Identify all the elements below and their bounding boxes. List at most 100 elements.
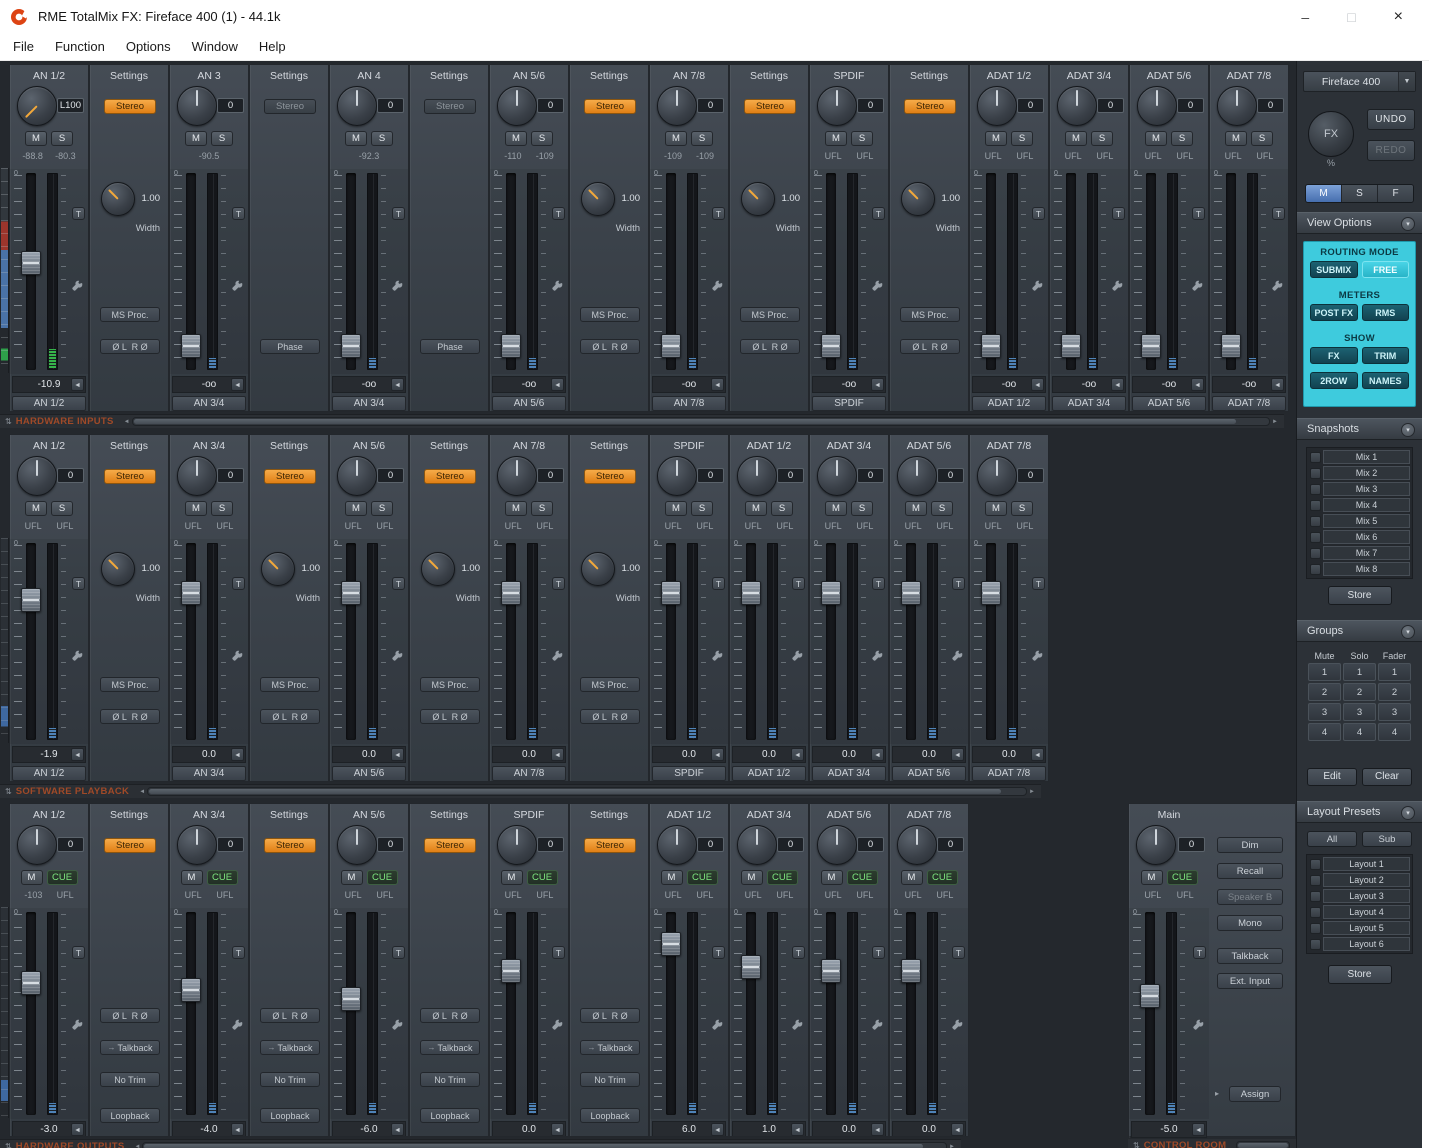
value-spinner-button[interactable]: ◄ — [391, 1123, 404, 1136]
fader-track[interactable] — [746, 543, 756, 740]
group-mute-1-button[interactable]: 1 — [1308, 663, 1341, 681]
pan-knob[interactable] — [497, 825, 537, 865]
ms-proc-button[interactable]: MS Proc. — [100, 307, 160, 322]
layouts-filter-sub-button[interactable]: Sub — [1362, 831, 1412, 847]
trim-gain-button[interactable]: T — [72, 577, 85, 590]
value-spinner-button[interactable]: ◄ — [551, 748, 564, 761]
pan-knob[interactable] — [337, 825, 377, 865]
solo-button[interactable]: S — [211, 501, 233, 516]
snapshot-select-button[interactable] — [1310, 564, 1321, 575]
group-mute-2-button[interactable]: 2 — [1308, 683, 1341, 701]
scrollbar-track[interactable] — [1236, 1141, 1290, 1148]
fader-handle[interactable] — [1140, 984, 1160, 1008]
snapshot-select-button[interactable] — [1310, 468, 1321, 479]
channel-settings-wrench-icon[interactable] — [551, 1018, 565, 1032]
mute-button[interactable]: M — [21, 870, 43, 885]
mute-button[interactable]: M — [185, 501, 207, 516]
fader-handle[interactable] — [21, 251, 41, 275]
menu-function[interactable]: Function — [55, 39, 105, 54]
ms-proc-button[interactable]: MS Proc. — [580, 307, 640, 322]
phase-lr-button[interactable]: Ø L R Ø — [100, 1008, 160, 1023]
fader-track[interactable] — [826, 543, 836, 740]
ms-proc-button[interactable]: MS Proc. — [580, 677, 640, 692]
pan-knob[interactable] — [497, 86, 537, 126]
pan-knob[interactable] — [657, 86, 697, 126]
solo-button[interactable]: S — [1011, 131, 1033, 146]
cr-assign-button[interactable]: Assign — [1229, 1086, 1281, 1102]
trim-gain-button[interactable]: T — [232, 207, 245, 220]
layout-select-button[interactable] — [1310, 891, 1321, 902]
mute-button[interactable]: M — [25, 131, 47, 146]
pan-knob[interactable] — [977, 456, 1017, 496]
mute-button[interactable]: M — [345, 501, 367, 516]
fader-handle[interactable] — [741, 955, 761, 979]
cr-dim-button[interactable]: Dim — [1217, 837, 1283, 853]
fader-handle[interactable] — [21, 588, 41, 612]
mute-button[interactable]: M — [665, 131, 687, 146]
layout-select-button[interactable] — [1310, 859, 1321, 870]
snapshot-item-mix-1[interactable]: Mix 1 — [1323, 450, 1410, 464]
pan-knob[interactable] — [177, 456, 217, 496]
mute-button[interactable]: M — [341, 870, 363, 885]
snapshot-item-mix-7[interactable]: Mix 7 — [1323, 546, 1410, 560]
fader-track[interactable] — [26, 912, 36, 1115]
value-spinner-button[interactable]: ◄ — [391, 378, 404, 391]
cue-button[interactable]: CUE — [527, 870, 558, 885]
channel-settings-wrench-icon[interactable] — [951, 649, 965, 663]
value-spinner-button[interactable]: ◄ — [231, 1123, 244, 1136]
value-spinner-button[interactable]: ◄ — [1111, 378, 1124, 391]
value-spinner-button[interactable]: ◄ — [391, 748, 404, 761]
mute-button[interactable]: M — [745, 501, 767, 516]
width-knob[interactable] — [101, 182, 135, 216]
collapse-arrow-icon[interactable]: ▾ — [1401, 806, 1415, 820]
channel-settings-wrench-icon[interactable] — [871, 649, 885, 663]
mute-button[interactable]: M — [905, 501, 927, 516]
device-selector[interactable]: Fireface 400 ▼ — [1303, 71, 1416, 92]
fader-handle[interactable] — [181, 334, 201, 358]
scroll-left-icon[interactable]: ◄ — [139, 789, 145, 795]
scrollbar-track[interactable] — [147, 787, 1027, 796]
mute-button[interactable]: M — [505, 131, 527, 146]
option-free-button[interactable]: FREE — [1362, 261, 1410, 278]
cr-recall-button[interactable]: Recall — [1217, 863, 1283, 879]
trim-gain-button[interactable]: T — [232, 577, 245, 590]
cue-button[interactable]: CUE — [47, 870, 78, 885]
value-spinner-button[interactable]: ◄ — [791, 748, 804, 761]
mute-button[interactable]: M — [661, 870, 683, 885]
msf-s-button[interactable]: S — [1342, 185, 1378, 202]
fader-track[interactable] — [1145, 912, 1155, 1115]
snapshot-item-mix-2[interactable]: Mix 2 — [1323, 466, 1410, 480]
pan-knob[interactable] — [737, 456, 777, 496]
phase-lr-button[interactable]: Ø L R Ø — [420, 709, 480, 724]
value-spinner-button[interactable]: ◄ — [711, 1123, 724, 1136]
cue-button[interactable]: CUE — [847, 870, 878, 885]
stereo-toggle-button[interactable]: Stereo — [904, 99, 956, 114]
cue-button[interactable]: CUE — [1167, 870, 1198, 885]
solo-button[interactable]: S — [771, 501, 793, 516]
channel-settings-wrench-icon[interactable] — [71, 1018, 85, 1032]
fader-handle[interactable] — [501, 959, 521, 983]
pan-knob[interactable] — [817, 456, 857, 496]
trim-gain-button[interactable]: T — [712, 577, 725, 590]
layout-presets-header[interactable]: Layout Presets ▾ — [1297, 801, 1422, 823]
trim-gain-button[interactable]: T — [952, 946, 965, 959]
trim-gain-button[interactable]: T — [1193, 946, 1206, 959]
fader-handle[interactable] — [981, 581, 1001, 605]
groups-clear-button[interactable]: Clear — [1362, 768, 1412, 786]
section-collapse-icon[interactable]: ⇅ — [5, 417, 12, 426]
snapshot-item-mix-3[interactable]: Mix 3 — [1323, 482, 1410, 496]
channel-settings-wrench-icon[interactable] — [791, 1018, 805, 1032]
cr-ext-input-button[interactable]: Ext. Input — [1217, 973, 1283, 989]
mute-button[interactable]: M — [825, 131, 847, 146]
layout-select-button[interactable] — [1310, 923, 1321, 934]
value-spinner-button[interactable]: ◄ — [71, 1123, 84, 1136]
pan-knob[interactable] — [337, 86, 377, 126]
scrollbar-track[interactable] — [132, 417, 1270, 426]
width-knob[interactable] — [581, 552, 615, 586]
no-trim-button[interactable]: No Trim — [580, 1072, 640, 1087]
ms-proc-button[interactable]: MS Proc. — [740, 307, 800, 322]
channel-settings-wrench-icon[interactable] — [711, 279, 725, 293]
scrollbar-thumb[interactable] — [134, 419, 1236, 424]
trim-gain-button[interactable]: T — [712, 207, 725, 220]
group-mute-3-button[interactable]: 3 — [1308, 703, 1341, 721]
